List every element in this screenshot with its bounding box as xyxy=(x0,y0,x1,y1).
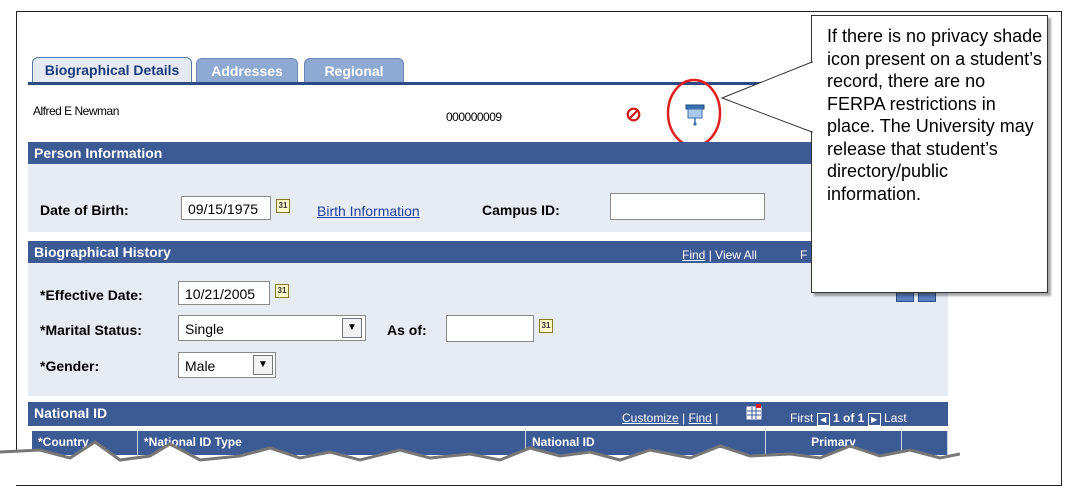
pager-range: 1 of 1 xyxy=(833,411,865,425)
tab-regional[interactable]: Regional xyxy=(304,58,404,83)
first-link-partial[interactable]: F xyxy=(800,248,807,262)
person-id: 000000009 xyxy=(446,110,502,124)
find-link[interactable]: Find xyxy=(682,248,705,262)
marital-status-value: Single xyxy=(185,321,224,337)
biographical-history-header: Biographical History xyxy=(28,241,948,263)
person-information-header: Person Information xyxy=(28,142,948,164)
marital-status-label: *Marital Status: xyxy=(40,322,142,338)
bio-history-nav: Find | View All xyxy=(682,248,757,262)
effective-date-field[interactable]: 10/21/2005 xyxy=(178,281,270,305)
gender-label: *Gender: xyxy=(40,358,100,374)
national-id-pager: First ◀ 1 of 1 ▶ Last xyxy=(790,411,907,426)
chevron-down-icon[interactable]: ▼ xyxy=(253,355,273,375)
national-id-nav: Customize | Find | xyxy=(622,411,718,425)
torn-edge xyxy=(0,440,960,500)
highlight-circle xyxy=(666,78,722,148)
as-of-label: As of: xyxy=(387,322,427,338)
frame-bottom-edge xyxy=(16,485,1062,486)
person-information-panel xyxy=(28,164,948,232)
tab-addresses[interactable]: Addresses xyxy=(196,58,298,83)
find-link[interactable]: Find xyxy=(689,411,712,425)
nav-separator: | xyxy=(715,411,719,425)
callout-pointer xyxy=(720,61,814,133)
next-arrow-icon[interactable]: ▶ xyxy=(867,413,881,426)
view-all-link[interactable]: View All xyxy=(715,248,757,262)
gender-value: Male xyxy=(185,358,216,374)
campus-id-label: Campus ID: xyxy=(482,202,560,218)
dob-label: Date of Birth: xyxy=(40,202,129,218)
last-link[interactable]: Last xyxy=(884,411,907,425)
no-entry-icon xyxy=(626,107,641,122)
person-name: Alfred E Newman xyxy=(33,104,119,118)
chevron-down-icon[interactable]: ▼ xyxy=(342,318,362,338)
prev-arrow-icon[interactable]: ◀ xyxy=(816,413,830,426)
dob-field[interactable]: 09/15/1975 xyxy=(181,196,271,220)
nav-separator: | xyxy=(708,248,712,262)
birth-information-link[interactable]: Birth Information xyxy=(317,203,420,219)
grid-download-icon[interactable] xyxy=(746,404,762,420)
calendar-icon[interactable]: 31 xyxy=(539,319,553,333)
calendar-icon[interactable]: 31 xyxy=(276,199,290,213)
marital-status-select[interactable]: Single xyxy=(178,315,366,341)
nav-separator: | xyxy=(682,411,686,425)
first-link[interactable]: First xyxy=(790,411,813,425)
callout-text: If there is no privacy shade icon presen… xyxy=(827,26,1043,204)
calendar-icon[interactable]: 31 xyxy=(275,284,289,298)
tab-biographical-details[interactable]: Biographical Details xyxy=(32,57,192,83)
as-of-field[interactable] xyxy=(446,315,534,342)
effective-date-label: *Effective Date: xyxy=(40,287,143,303)
customize-link[interactable]: Customize xyxy=(622,411,679,425)
campus-id-field[interactable] xyxy=(610,193,765,220)
